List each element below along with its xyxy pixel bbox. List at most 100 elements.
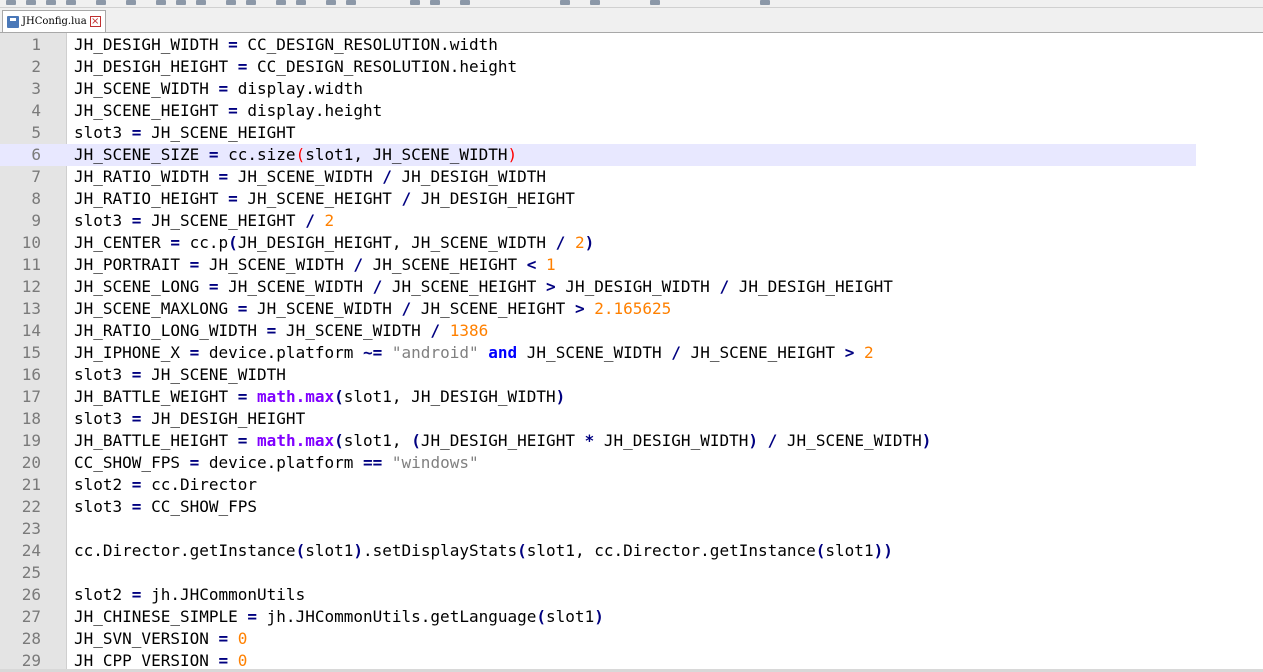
redo-icon[interactable]: [246, 0, 256, 5]
code-line[interactable]: 18 slot3 = JH_DESIGH_HEIGHT: [0, 408, 1196, 430]
code-line[interactable]: 20 CC_SHOW_FPS = device.platform == "wind…: [0, 452, 1196, 474]
token-op: =: [237, 299, 248, 318]
token: slot1: [825, 541, 874, 560]
code-line[interactable]: 23: [0, 518, 1196, 540]
code-line[interactable]: 4 JH_SCENE_HEIGHT = display.height: [0, 100, 1196, 122]
token-str: "windows": [391, 453, 479, 472]
token: jh.JHCommonUtils.getLanguage: [257, 607, 537, 626]
open-file-icon[interactable]: [26, 0, 36, 5]
token-op: =: [218, 651, 229, 670]
copy-icon[interactable]: [176, 0, 186, 5]
token-op: =: [228, 35, 238, 54]
code-line[interactable]: 24 cc.Director.getInstance(slot1).setDisp…: [0, 540, 1196, 562]
code-text: CC_SHOW_FPS = device.platform == "window…: [74, 452, 479, 474]
sync-scroll-icon[interactable]: [410, 0, 420, 5]
token-op: =: [218, 79, 229, 98]
token: display.width: [228, 79, 363, 98]
code-text: JH_RATIO_LONG_WIDTH = JH_SCENE_WIDTH / 1…: [74, 320, 488, 342]
macro-save-icon[interactable]: [650, 0, 660, 5]
token: JH_DESIGH_HEIGHT: [74, 57, 238, 76]
line-number: 9: [31, 211, 41, 230]
code-line[interactable]: 6 JH_SCENE_SIZE = cc.size(slot1, JH_SCENE…: [0, 144, 1196, 166]
line-number: 23: [21, 519, 41, 538]
code-editor[interactable]: 1 JH_DESIGH_WIDTH = CC_DESIGN_RESOLUTION.…: [0, 33, 1263, 672]
code-line[interactable]: 22 slot3 = CC_SHOW_FPS: [0, 496, 1196, 518]
token: slot3: [74, 365, 132, 384]
token: JH_SCENE_HEIGHT: [141, 211, 306, 230]
token: JH_SCENE_WIDTH: [228, 167, 383, 186]
token: cc.Director.getInstance: [74, 541, 296, 560]
code-line[interactable]: 13 JH_SCENE_MAXLONG = JH_SCENE_WIDTH / JH…: [0, 298, 1196, 320]
tab-jhconfig[interactable]: JHConfig.lua ×: [2, 10, 106, 32]
code-line[interactable]: 25: [0, 562, 1196, 584]
token: jh.JHCommonUtils: [141, 585, 306, 604]
line-number: 26: [21, 585, 41, 604]
cut-icon[interactable]: [156, 0, 166, 5]
code-line[interactable]: 9 slot3 = JH_SCENE_HEIGHT / 2: [0, 210, 1196, 232]
code-text: slot3 = JH_SCENE_HEIGHT / 2: [74, 210, 334, 232]
token-op: (: [295, 541, 306, 560]
zoom-out-icon[interactable]: [346, 0, 356, 5]
token-op: =: [170, 233, 180, 252]
token: JH_IPHONE_X: [74, 343, 190, 362]
code-line[interactable]: 27 JH_CHINESE_SIMPLE = jh.JHCommonUtils.g…: [0, 606, 1196, 628]
code-line[interactable]: 28 JH_SVN_VERSION = 0: [0, 628, 1196, 650]
token: slot1,: [343, 431, 412, 450]
token: cc.size: [218, 145, 296, 164]
token: JH_SCENE_HEIGHT: [74, 101, 229, 120]
code-line[interactable]: 5 slot3 = JH_SCENE_HEIGHT: [0, 122, 1196, 144]
token-op: =: [131, 211, 142, 230]
save-all-icon[interactable]: [66, 0, 76, 5]
code-line[interactable]: 10 JH_CENTER = cc.p(JH_DESIGH_HEIGHT, JH_…: [0, 232, 1196, 254]
new-file-icon[interactable]: [6, 0, 16, 5]
token-op: >: [574, 299, 585, 318]
token: CC_SHOW_FPS: [74, 453, 190, 472]
code-text: JH_SCENE_LONG = JH_SCENE_WIDTH / JH_SCEN…: [74, 276, 893, 298]
word-wrap-icon[interactable]: [430, 0, 440, 5]
undo-icon[interactable]: [226, 0, 236, 5]
code-line[interactable]: 19 JH_BATTLE_HEIGHT = math.max(slot1, (JH…: [0, 430, 1196, 452]
line-number: 16: [21, 365, 41, 384]
zoom-in-icon[interactable]: [326, 0, 336, 5]
run-icon[interactable]: [760, 0, 770, 5]
code-line[interactable]: 1 JH_DESIGH_WIDTH = CC_DESIGN_RESOLUTION.…: [0, 34, 1196, 56]
token-op: =: [131, 497, 142, 516]
close-icon[interactable]: ×: [89, 16, 101, 27]
find-icon[interactable]: [276, 0, 286, 5]
code-line[interactable]: 8 JH_RATIO_HEIGHT = JH_SCENE_HEIGHT / JH_…: [0, 188, 1196, 210]
print-icon[interactable]: [126, 0, 136, 5]
code-line[interactable]: 2 JH_DESIGH_HEIGHT = CC_DESIGN_RESOLUTION…: [0, 56, 1196, 78]
line-number: 17: [21, 387, 41, 406]
token: slot2: [74, 475, 132, 494]
token: JH_CHINESE_SIMPLE: [74, 607, 248, 626]
token: JH_SCENE_WIDTH: [141, 365, 286, 384]
token-kw: and: [488, 343, 518, 362]
token-op: =: [266, 321, 277, 340]
code-line[interactable]: 7 JH_RATIO_WIDTH = JH_SCENE_WIDTH / JH_DE…: [0, 166, 1196, 188]
macro-record-icon[interactable]: [560, 0, 570, 5]
code-line[interactable]: 21 slot2 = cc.Director: [0, 474, 1196, 496]
code-line[interactable]: 15 JH_IPHONE_X = device.platform ~= "andr…: [0, 342, 1196, 364]
close-file-icon[interactable]: [96, 0, 106, 5]
code-line[interactable]: 26 slot2 = jh.JHCommonUtils: [0, 584, 1196, 606]
replace-icon[interactable]: [296, 0, 306, 5]
code-text: JH_DESIGH_HEIGHT = CC_DESIGN_RESOLUTION.…: [74, 56, 517, 78]
indent-guide-icon[interactable]: [460, 0, 470, 5]
line-number: 27: [21, 607, 41, 626]
code-line[interactable]: 12 JH_SCENE_LONG = JH_SCENE_WIDTH / JH_SC…: [0, 276, 1196, 298]
code-line[interactable]: 3 JH_SCENE_WIDTH = display.width: [0, 78, 1196, 100]
code-text: JH_BATTLE_HEIGHT = math.max(slot1, (JH_D…: [74, 430, 931, 452]
paste-icon[interactable]: [196, 0, 206, 5]
save-icon[interactable]: [46, 0, 56, 5]
token-op: =: [237, 57, 248, 76]
line-number: 6: [31, 145, 41, 164]
token: slot1: [305, 541, 354, 560]
macro-play-icon[interactable]: [590, 0, 600, 5]
code-line[interactable]: 17 JH_BATTLE_WEIGHT = math.max(slot1, JH_…: [0, 386, 1196, 408]
code-line[interactable]: 11 JH_PORTRAIT = JH_SCENE_WIDTH / JH_SCEN…: [0, 254, 1196, 276]
code-line[interactable]: 16 slot3 = JH_SCENE_WIDTH: [0, 364, 1196, 386]
code-line[interactable]: 14 JH_RATIO_LONG_WIDTH = JH_SCENE_WIDTH /…: [0, 320, 1196, 342]
